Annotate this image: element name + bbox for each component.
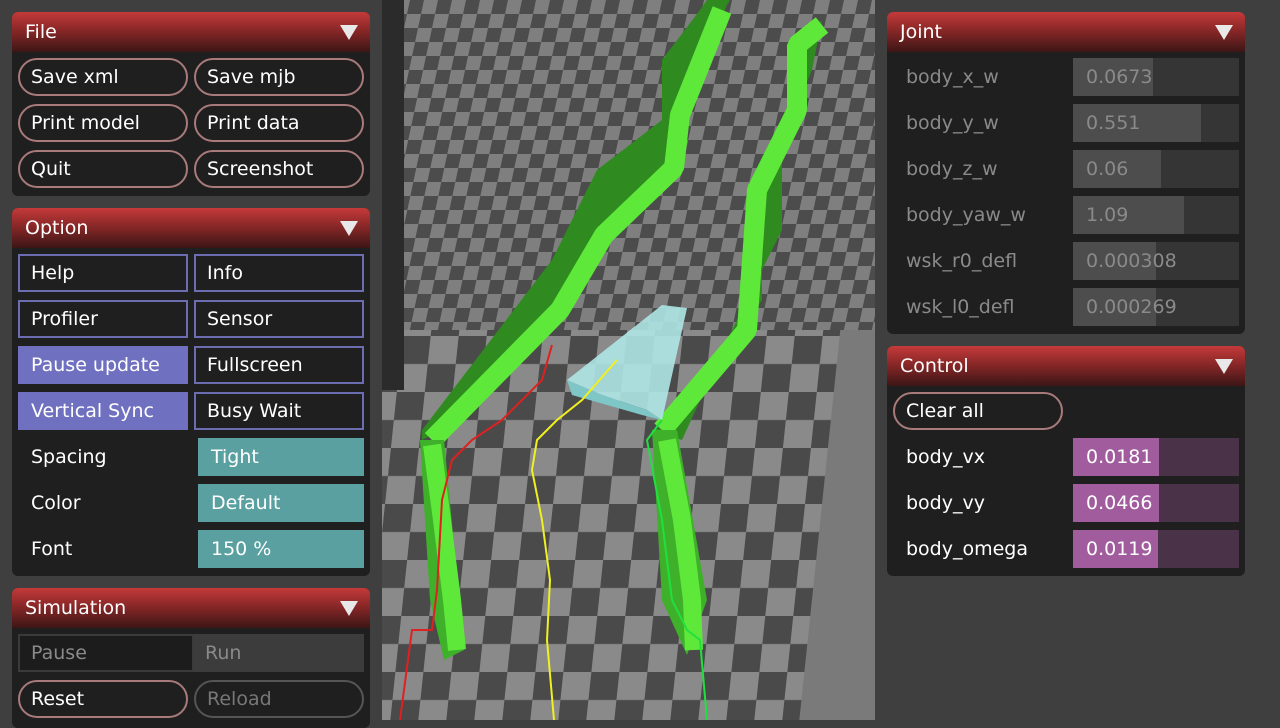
color-label: Color bbox=[31, 492, 81, 514]
joint-panel-title: Joint bbox=[900, 21, 942, 43]
joint-slider-wsk-l0-defl[interactable]: 0.000269 bbox=[1073, 288, 1239, 326]
run-button[interactable]: Run bbox=[194, 634, 364, 672]
print-data-button[interactable]: Print data bbox=[194, 104, 364, 142]
control-label-body-omega: body_omega bbox=[906, 538, 1029, 560]
sensor-toggle[interactable]: Sensor bbox=[194, 300, 364, 338]
slider-value: 0.0181 bbox=[1086, 446, 1153, 468]
joint-label-body-z-w: body_z_w bbox=[906, 158, 998, 180]
spacing-label: Spacing bbox=[31, 446, 107, 468]
profiler-toggle[interactable]: Profiler bbox=[18, 300, 188, 338]
slider-value: 0.000269 bbox=[1086, 296, 1177, 318]
simulation-viewport[interactable] bbox=[382, 0, 875, 720]
slider-value: 0.0119 bbox=[1086, 538, 1153, 560]
file-panel: File Save xml Save mjb Print model Print… bbox=[12, 12, 370, 196]
save-mjb-button[interactable]: Save mjb bbox=[194, 58, 364, 96]
joint-label-body-y-w: body_y_w bbox=[906, 112, 999, 134]
joint-slider-body-x-w[interactable]: 0.0673 bbox=[1073, 58, 1239, 96]
control-panel-header[interactable]: Control bbox=[887, 346, 1245, 386]
viewport-right-margin bbox=[875, 0, 887, 720]
simulation-panel-header[interactable]: Simulation bbox=[12, 588, 370, 628]
file-panel-header[interactable]: File bbox=[12, 12, 370, 52]
joint-slider-body-yaw-w[interactable]: 1.09 bbox=[1073, 196, 1239, 234]
option-panel-header[interactable]: Option bbox=[12, 208, 370, 248]
option-panel: Option Help Info Profiler Sensor Pause u… bbox=[12, 208, 370, 576]
info-toggle[interactable]: Info bbox=[194, 254, 364, 292]
collapse-triangle-icon[interactable] bbox=[340, 25, 358, 40]
clear-all-button[interactable]: Clear all bbox=[893, 392, 1063, 430]
slider-value: 1.09 bbox=[1086, 204, 1129, 226]
joint-label-body-x-w: body_x_w bbox=[906, 66, 999, 88]
scene-render bbox=[382, 0, 875, 720]
control-panel: Control Clear all body_vx 0.0181 body_vy… bbox=[887, 346, 1245, 576]
joint-slider-body-z-w[interactable]: 0.06 bbox=[1073, 150, 1239, 188]
save-xml-button[interactable]: Save xml bbox=[18, 58, 188, 96]
joint-label-wsk-r0-defl: wsk_r0_defl bbox=[906, 250, 1018, 272]
joint-panel-header[interactable]: Joint bbox=[887, 12, 1245, 52]
file-panel-title: File bbox=[25, 21, 57, 43]
control-slider-body-omega[interactable]: 0.0119 bbox=[1073, 530, 1239, 568]
joint-panel: Joint body_x_w 0.0673 body_y_w 0.551 bod… bbox=[887, 12, 1245, 334]
option-panel-title: Option bbox=[25, 217, 89, 239]
spacing-select[interactable]: Tight bbox=[198, 438, 364, 476]
collapse-triangle-icon[interactable] bbox=[1215, 25, 1233, 40]
collapse-triangle-icon[interactable] bbox=[340, 221, 358, 236]
control-slider-body-vy[interactable]: 0.0466 bbox=[1073, 484, 1239, 522]
collapse-triangle-icon[interactable] bbox=[340, 601, 358, 616]
font-select[interactable]: 150 % bbox=[198, 530, 364, 568]
vertical-sync-toggle[interactable]: Vertical Sync bbox=[18, 392, 188, 430]
control-label-body-vx: body_vx bbox=[906, 446, 985, 468]
slider-value: 0.06 bbox=[1086, 158, 1129, 180]
control-label-body-vy: body_vy bbox=[906, 492, 985, 514]
slider-value: 0.000308 bbox=[1086, 250, 1177, 272]
print-model-button[interactable]: Print model bbox=[18, 104, 188, 142]
slider-value: 0.0673 bbox=[1086, 66, 1153, 88]
font-label: Font bbox=[31, 538, 73, 560]
quit-button[interactable]: Quit bbox=[18, 150, 188, 188]
joint-slider-wsk-r0-defl[interactable]: 0.000308 bbox=[1073, 242, 1239, 280]
simulation-panel-title: Simulation bbox=[25, 597, 127, 619]
slider-value: 0.0466 bbox=[1086, 492, 1153, 514]
reload-button[interactable]: Reload bbox=[194, 680, 364, 718]
slider-value: 0.551 bbox=[1086, 112, 1141, 134]
simulation-panel: Simulation Pause Run Reset Reload bbox=[12, 588, 370, 728]
collapse-triangle-icon[interactable] bbox=[1215, 359, 1233, 374]
reset-button[interactable]: Reset bbox=[18, 680, 188, 718]
control-panel-title: Control bbox=[900, 355, 969, 377]
screenshot-button[interactable]: Screenshot bbox=[194, 150, 364, 188]
pause-button[interactable]: Pause bbox=[18, 634, 194, 672]
joint-label-wsk-l0-defl: wsk_l0_defl bbox=[906, 296, 1015, 318]
joint-label-body-yaw-w: body_yaw_w bbox=[906, 204, 1026, 226]
viewport-left-strip bbox=[382, 0, 404, 390]
busy-wait-toggle[interactable]: Busy Wait bbox=[194, 392, 364, 430]
help-toggle[interactable]: Help bbox=[18, 254, 188, 292]
color-select[interactable]: Default bbox=[198, 484, 364, 522]
control-slider-body-vx[interactable]: 0.0181 bbox=[1073, 438, 1239, 476]
pause-update-toggle[interactable]: Pause update bbox=[18, 346, 188, 384]
fullscreen-toggle[interactable]: Fullscreen bbox=[194, 346, 364, 384]
joint-slider-body-y-w[interactable]: 0.551 bbox=[1073, 104, 1239, 142]
